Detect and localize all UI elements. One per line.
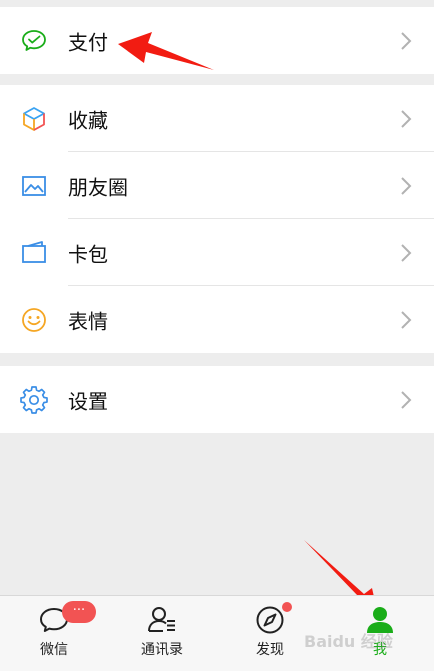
chevron-right-icon — [401, 310, 412, 329]
menu-group-settings: 设置 — [0, 366, 434, 433]
menu-item-moments[interactable]: 朋友圈 — [0, 152, 434, 219]
menu-item-label: 表情 — [68, 309, 108, 333]
menu-item-card-wallet[interactable]: 卡包 — [0, 219, 434, 286]
card-wallet-icon — [22, 240, 46, 263]
menu-item-label: 设置 — [68, 389, 108, 413]
menu-item-settings[interactable]: 设置 — [0, 366, 434, 433]
tab-label: 通讯录 — [141, 642, 183, 658]
chevron-right-icon — [401, 390, 412, 409]
watermark-text: Baidu 经验 — [304, 632, 394, 651]
baidu-watermark: Baidu 经验 — [304, 632, 394, 651]
chevron-right-icon — [401, 243, 412, 262]
menu-item-stickers[interactable]: 表情 — [0, 286, 434, 353]
new-content-dot — [282, 602, 292, 612]
gear-icon — [20, 385, 48, 414]
tab-label: 微信 — [40, 642, 68, 658]
unread-badge: ··· — [62, 601, 96, 623]
smiley-face-icon — [22, 307, 46, 332]
menu-item-favorites[interactable]: 收藏 — [0, 85, 434, 152]
menu-item-label: 收藏 — [68, 108, 108, 132]
compass-icon — [256, 606, 284, 634]
tab-chats[interactable]: ··· 微信 — [0, 596, 108, 671]
chevron-right-icon — [401, 176, 412, 195]
menu-group-main: 收藏 朋友圈 卡包 表情 — [0, 85, 434, 353]
chevron-right-icon — [401, 31, 412, 50]
menu-item-label: 朋友圈 — [68, 175, 128, 199]
chevron-right-icon — [401, 109, 412, 128]
annotation-arrow-pay — [118, 32, 214, 70]
favorites-cube-icon — [23, 106, 45, 131]
moments-picture-icon — [22, 175, 46, 196]
menu-item-label: 支付 — [68, 30, 108, 54]
wechat-pay-icon — [22, 29, 46, 51]
menu-item-label: 卡包 — [68, 242, 108, 266]
tab-contacts[interactable]: 通讯录 — [108, 596, 216, 671]
contacts-icon — [148, 607, 175, 632]
